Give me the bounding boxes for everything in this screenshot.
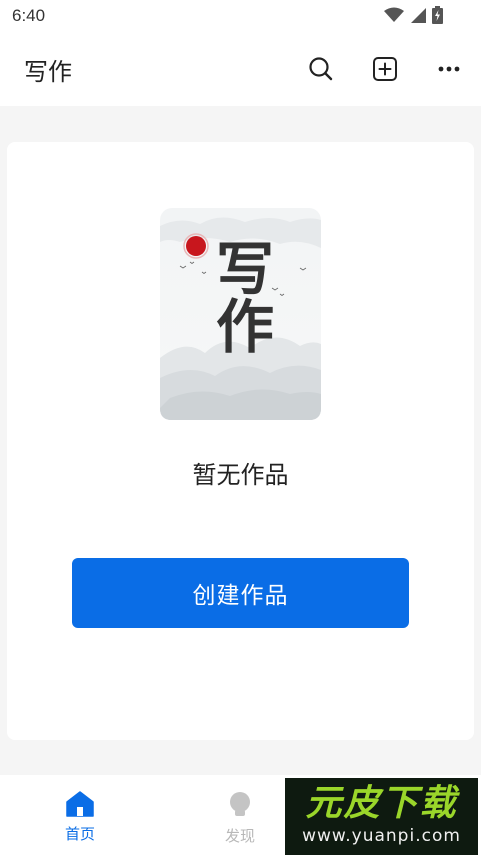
- wifi-icon: [384, 7, 404, 22]
- page-title: 写作: [24, 58, 72, 86]
- writing-illustration-image: 写作: [160, 208, 321, 420]
- watermark-url: www.yuanpi.com: [302, 826, 461, 846]
- nav-item-discover[interactable]: 发现: [200, 791, 280, 846]
- watermark-logo: 元皮下载: [305, 783, 458, 824]
- empty-state-text: 暂无作品: [192, 461, 289, 489]
- add-button[interactable]: [370, 54, 400, 84]
- add-square-icon: [373, 57, 397, 81]
- empty-state-card: 写作 暂无作品 创建作品: [7, 142, 474, 740]
- search-button[interactable]: [306, 54, 336, 84]
- status-time: 6:40: [12, 6, 46, 25]
- more-button[interactable]: [434, 54, 464, 84]
- lightbulb-icon: [230, 792, 250, 816]
- status-icons: [384, 6, 443, 24]
- cellular-signal-icon: [411, 8, 426, 23]
- nav-label-discover: 发现: [224, 827, 255, 845]
- sun-icon: [186, 236, 206, 256]
- illustration-calligraphy: 写作: [206, 238, 274, 354]
- more-horizontal-icon: [438, 66, 460, 72]
- create-work-button[interactable]: 创建作品: [72, 558, 409, 628]
- nav-item-home[interactable]: 首页: [40, 791, 120, 844]
- nav-label-home: 首页: [64, 825, 95, 843]
- status-bar: 6:40: [0, 0, 481, 32]
- app-header: 写作: [0, 32, 481, 106]
- home-icon: [66, 791, 94, 817]
- site-watermark: 元皮下载 www.yuanpi.com: [285, 778, 478, 855]
- search-icon: [309, 57, 333, 81]
- battery-charging-icon: [432, 6, 443, 24]
